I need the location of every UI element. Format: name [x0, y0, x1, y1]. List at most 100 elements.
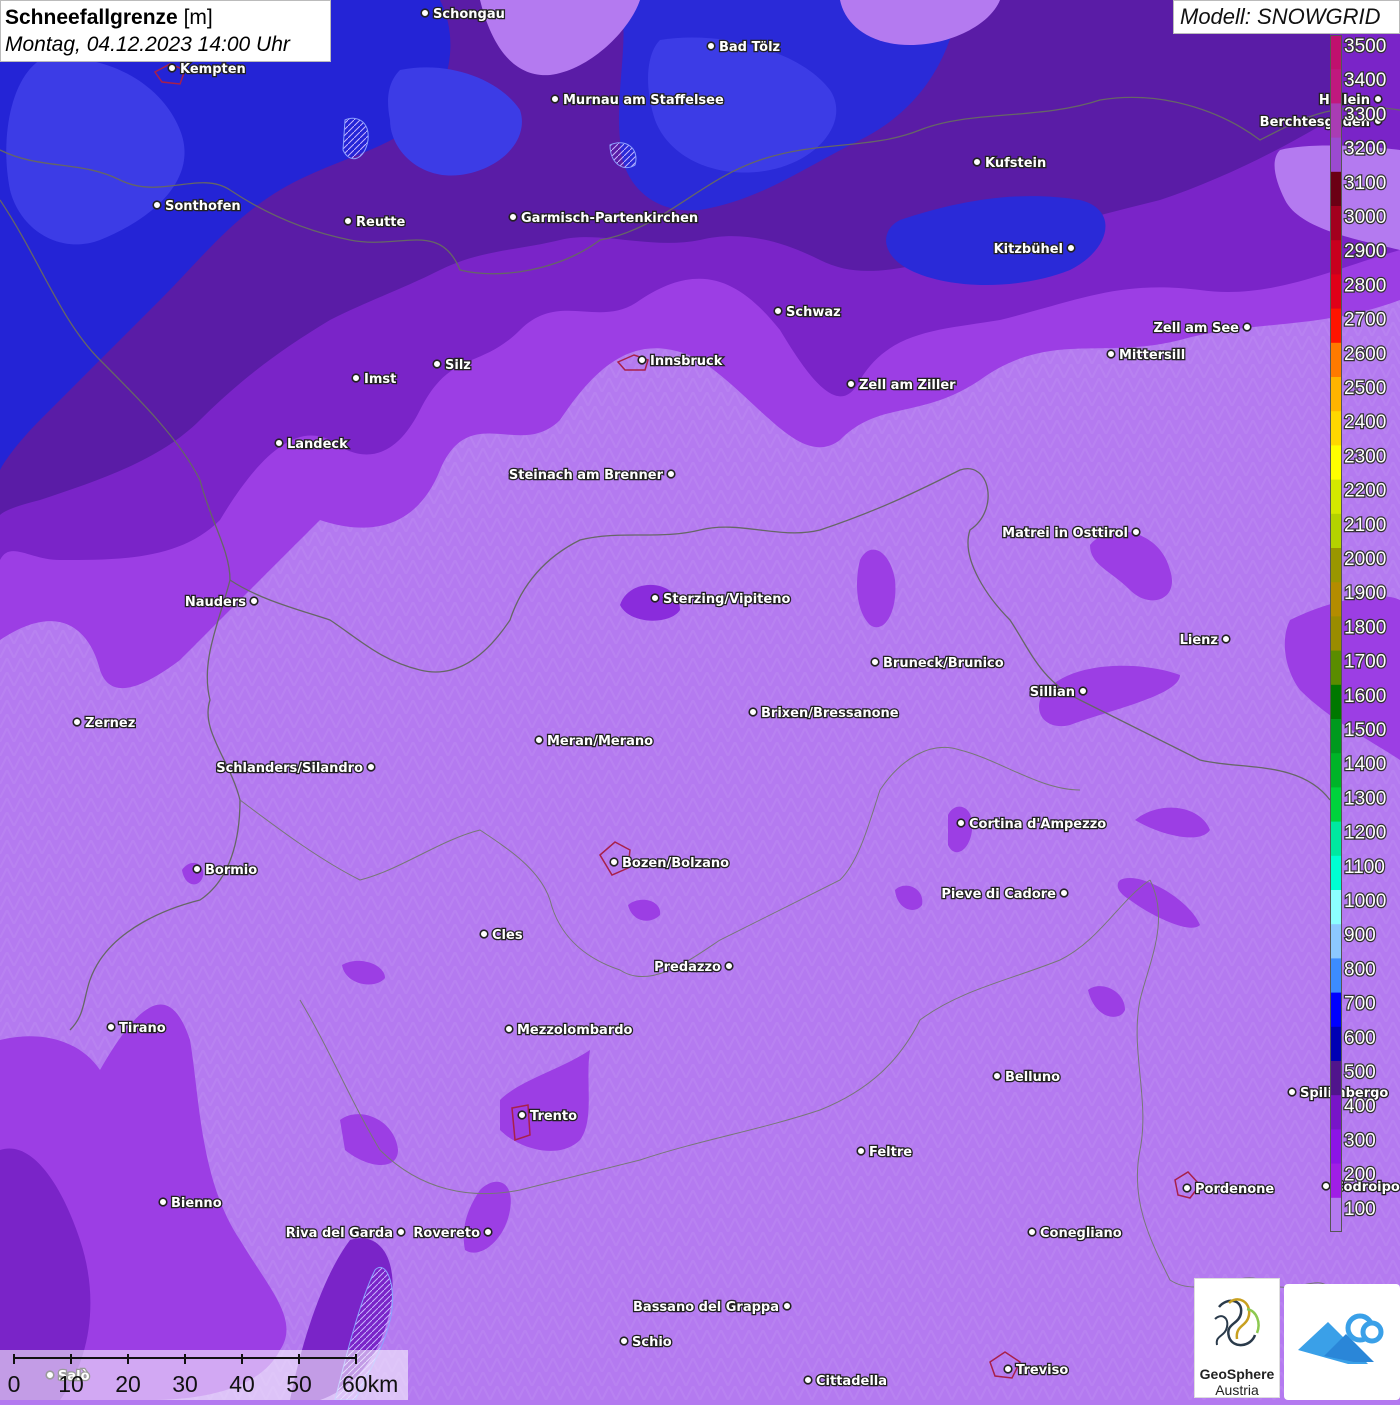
city-marker[interactable]: Pieve di Cadore	[940, 886, 1069, 903]
logo-line1: GeoSphere	[1199, 1366, 1275, 1382]
city-marker[interactable]: Innsbruck	[637, 353, 724, 370]
legend-swatch	[1330, 35, 1342, 70]
city-marker[interactable]: Mittersill	[1106, 347, 1186, 364]
app-logo[interactable]	[1284, 1284, 1400, 1400]
legend-label: 200	[1344, 1165, 1376, 1186]
city-dot	[343, 216, 353, 226]
city-dot	[1106, 349, 1116, 359]
city-dot	[1059, 888, 1069, 898]
city-marker[interactable]: Kitzbühel	[992, 241, 1076, 258]
city-marker[interactable]: Bassano del Grappa	[632, 1299, 792, 1316]
city-dot	[508, 212, 518, 222]
city-dot	[1078, 686, 1088, 696]
legend-label: 1400	[1344, 754, 1386, 775]
city-label: Imst	[364, 372, 396, 387]
city-marker[interactable]: Riva del Garda	[284, 1225, 406, 1242]
city-label: Belluno	[1005, 1070, 1060, 1085]
city-label: Cles	[492, 928, 523, 943]
geosphere-logo[interactable]: GeoSphere Austria	[1194, 1278, 1280, 1398]
city-marker[interactable]: Murnau am Staffelsee	[550, 92, 725, 109]
city-marker[interactable]: Zell am Ziller	[846, 377, 957, 394]
legend-label: 3100	[1344, 173, 1386, 194]
legend-label: 1900	[1344, 583, 1386, 604]
legend-label: 1500	[1344, 720, 1386, 741]
scale-tick-label: 30	[172, 1371, 198, 1397]
geosphere-emblem-icon	[1214, 1298, 1260, 1347]
city-marker[interactable]: Steinach am Brenner	[508, 467, 676, 484]
city-marker[interactable]: Brixen/Bressanone	[748, 705, 900, 722]
snowfall-line-map[interactable]: Schongau Kempten Bad Tölz Murnau am Staffel…	[0, 0, 1400, 1400]
scale-tick-label: 50	[286, 1371, 312, 1397]
city-label: Treviso	[1016, 1363, 1068, 1378]
city-label: Pieve di Cadore	[941, 887, 1056, 902]
legend-label: 1100	[1344, 857, 1385, 878]
legend-swatch	[1330, 513, 1342, 549]
city-label: Riva del Garda	[286, 1226, 393, 1241]
city-marker[interactable]: Sterzing/Vipiteno	[650, 591, 792, 608]
legend-swatch	[1330, 69, 1342, 104]
city-label: Schio	[632, 1335, 672, 1350]
city-dot	[666, 469, 676, 479]
scale-tick-label: 40	[229, 1371, 255, 1397]
city-dot	[1242, 322, 1252, 332]
city-marker[interactable]: Cortina d'Ampezzo	[956, 816, 1108, 833]
city-label: Predazzo	[654, 960, 721, 975]
city-dot	[870, 657, 880, 667]
city-dot	[846, 379, 856, 389]
city-marker[interactable]: Mezzolombardo	[504, 1022, 634, 1039]
city-marker[interactable]: Meran/Merano	[534, 733, 654, 750]
legend-label: 700	[1344, 994, 1376, 1015]
city-dot	[158, 1197, 168, 1207]
city-marker[interactable]: Conegliano	[1027, 1225, 1123, 1242]
city-marker[interactable]: Bruneck/Brunico	[870, 655, 1005, 672]
legend-label: 3000	[1344, 207, 1386, 228]
city-label: Kempten	[180, 62, 246, 77]
legend-label: 3300	[1344, 104, 1386, 125]
scale-tick-label: 0	[8, 1371, 21, 1397]
city-dot	[479, 929, 489, 939]
legend-label: 300	[1344, 1130, 1376, 1151]
legend-swatch	[1330, 377, 1342, 412]
city-marker[interactable]: Schlanders/Silandro	[215, 760, 376, 777]
city-dot	[724, 961, 734, 971]
city-marker[interactable]: Landeck	[274, 436, 349, 453]
legend-label: 3500	[1344, 36, 1386, 57]
scale-tick-label: 60km	[342, 1371, 398, 1397]
legend-swatch	[1330, 1026, 1342, 1062]
city-label: Cittadella	[816, 1374, 887, 1389]
legend-label: 2700	[1344, 310, 1386, 331]
city-marker[interactable]: Bozen/Bolzano	[609, 855, 730, 872]
city-marker[interactable]: Predazzo	[653, 959, 734, 976]
city-marker[interactable]: Pordenone	[1182, 1181, 1276, 1198]
legend-swatch	[1330, 924, 1342, 959]
city-dot	[650, 593, 660, 603]
city-marker[interactable]: Garmisch-Partenkirchen	[508, 210, 699, 227]
city-marker[interactable]: Cittadella	[803, 1373, 888, 1390]
city-marker[interactable]: Kufstein	[972, 155, 1048, 172]
city-marker[interactable]: Kempten	[167, 61, 247, 78]
city-dot	[748, 707, 758, 717]
map-title: Schneefallgrenze [m]	[5, 4, 326, 31]
legend-label: 600	[1344, 1028, 1376, 1049]
city-marker[interactable]: Zell am See	[1152, 320, 1252, 337]
legend-swatch	[1330, 548, 1342, 583]
city-dot	[106, 1022, 116, 1032]
legend-label: 2100	[1344, 515, 1386, 536]
legend-swatch	[1330, 719, 1342, 754]
legend-swatch	[1330, 958, 1342, 994]
legend-label: 400	[1344, 1096, 1376, 1117]
city-marker[interactable]: Bad Tölz	[706, 39, 781, 56]
legend-label: 2600	[1344, 344, 1386, 365]
legend-swatch	[1330, 411, 1342, 446]
city-label: Meran/Merano	[547, 734, 653, 749]
legend-swatch	[1330, 445, 1342, 481]
city-marker[interactable]: Matrei in Osttirol	[1001, 525, 1141, 542]
city-dot	[1003, 1364, 1013, 1374]
city-dot	[152, 200, 162, 210]
city-marker[interactable]: Schongau	[420, 6, 506, 23]
legend-label: 2500	[1344, 378, 1386, 399]
legend-swatch	[1330, 240, 1342, 275]
city-label: Tirano	[119, 1021, 166, 1036]
city-marker[interactable]: Sonthofen	[152, 198, 242, 215]
city-label: Innsbruck	[650, 354, 723, 369]
